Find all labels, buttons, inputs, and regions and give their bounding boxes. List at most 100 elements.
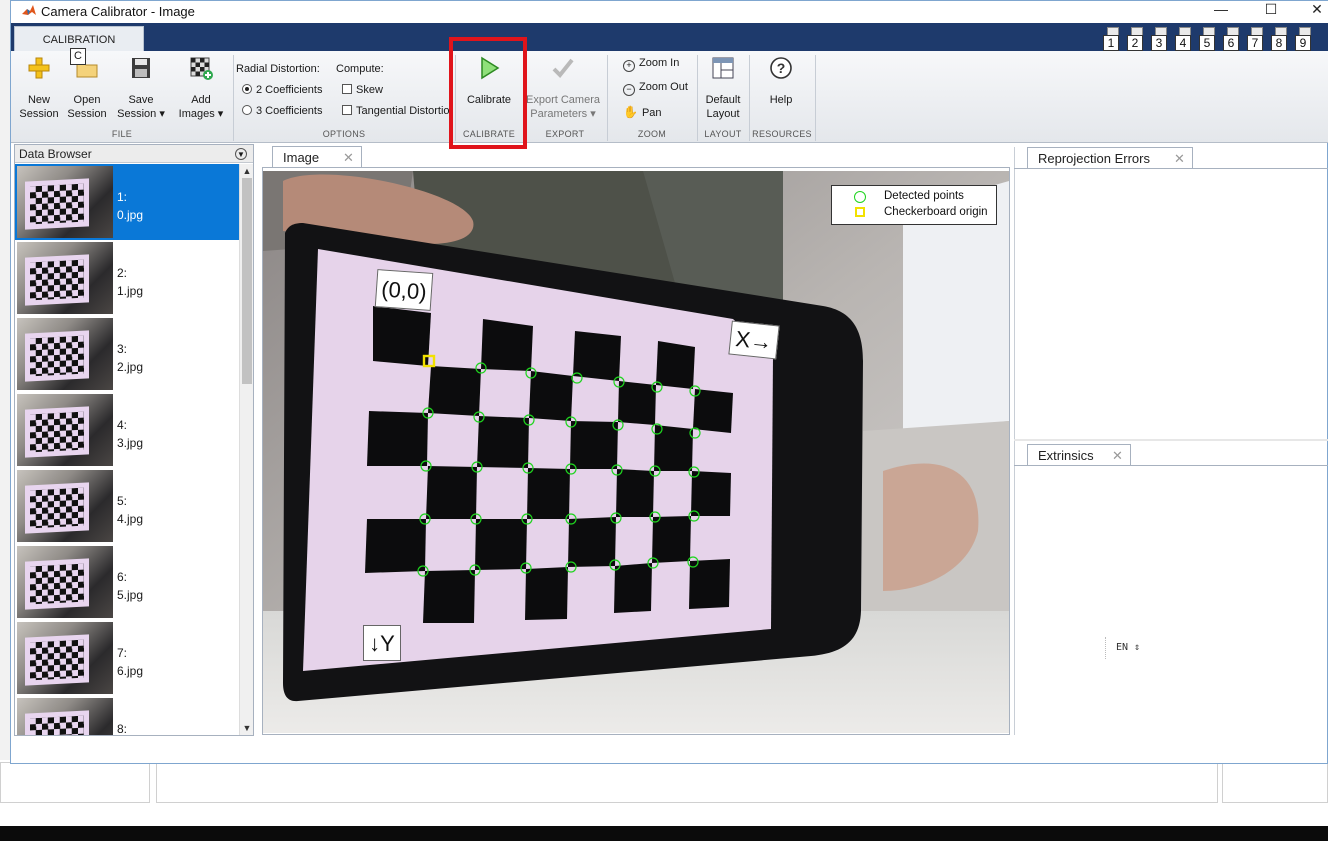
close-icon[interactable]: ✕	[1174, 151, 1185, 167]
group-label-zoom: ZOOM	[637, 129, 667, 139]
quick-access-key-5: 5	[1199, 35, 1215, 51]
minimize-button[interactable]: —	[1199, 1, 1243, 23]
svg-text:?: ?	[777, 60, 786, 76]
export-camera-parameters-button[interactable]: Export Camera Parameters ▾	[523, 55, 603, 121]
legend-checkerboard-origin: Checkerboard origin	[884, 206, 988, 218]
hand-icon: ✋	[623, 105, 638, 119]
scrollbar-thumb[interactable]	[242, 178, 252, 384]
origin-label: (0,0)	[374, 269, 434, 311]
image-list-item[interactable]: 8:	[15, 696, 239, 735]
image-tab-label: Image	[283, 150, 320, 165]
image-list-item[interactable]: 7: 6.jpg	[15, 620, 239, 696]
taskbar	[0, 826, 1328, 841]
group-label-export: EXPORT	[545, 129, 585, 139]
keytip-c: C	[70, 48, 86, 65]
pan-button[interactable]: ✋ Pan	[623, 105, 662, 119]
origin-marker-icon	[855, 207, 865, 217]
scroll-up-icon[interactable]: ▲	[240, 164, 254, 178]
legend-detected-points: Detected points	[884, 190, 964, 202]
reprojection-errors-label: Reprojection Errors	[1038, 151, 1150, 166]
tab-extrinsics[interactable]: Extrinsics ✕	[1027, 444, 1131, 466]
image-thumbnail	[17, 242, 113, 314]
input-method-indicator[interactable]: EN ⇕	[1105, 637, 1155, 659]
skew-checkbox[interactable]: Skew	[342, 84, 383, 96]
radio-selected-icon	[242, 84, 252, 94]
add-images-label: Add Images ▾	[178, 94, 224, 120]
maximize-button[interactable]: ☐	[1249, 1, 1293, 23]
pan-label: Pan	[641, 107, 662, 119]
image-list-item[interactable]: 6: 5.jpg	[15, 544, 239, 620]
image-list-item[interactable]: 5: 4.jpg	[15, 468, 239, 544]
tab-image[interactable]: Image ✕	[272, 146, 362, 168]
image-list-item[interactable]: 3: 2.jpg	[15, 316, 239, 392]
plus-icon	[28, 57, 50, 79]
quick-access-key-1: 1	[1103, 35, 1119, 51]
radio-2-coefficients[interactable]: 2 Coefficients	[242, 84, 322, 96]
radio-3-coefficients[interactable]: 3 Coefficients	[242, 105, 322, 117]
image-thumbnail	[17, 470, 113, 542]
help-button[interactable]: ? Help	[757, 55, 805, 107]
y-axis-label: ↓Y	[363, 625, 401, 661]
skew-label: Skew	[356, 84, 383, 96]
close-button[interactable]: ✕	[1295, 1, 1328, 23]
image-list-item[interactable]: 1: 0.jpg	[15, 164, 239, 240]
quick-access-key-9: 9	[1295, 35, 1311, 51]
quick-access-key-3: 3	[1151, 35, 1167, 51]
default-layout-label: Default Layout	[705, 94, 741, 120]
matlab-icon	[22, 5, 36, 15]
group-separator	[815, 55, 816, 141]
image-list-item[interactable]: 2: 1.jpg	[15, 240, 239, 316]
radio-unselected-icon	[242, 105, 252, 115]
zoom-in-icon: +	[623, 60, 635, 72]
image-list: 1: 0.jpg 2: 1.jpg 3: 2.jpg 4: 3.jpg 5: 4…	[15, 164, 239, 735]
floppy-disk-icon	[132, 58, 150, 78]
extrinsics-label: Extrinsics	[1038, 448, 1094, 463]
default-layout-button[interactable]: Default Layout	[699, 55, 747, 121]
close-icon[interactable]: ✕	[1112, 448, 1123, 464]
quick-access-key-8: 8	[1271, 35, 1287, 51]
image-item-label: 3: 2.jpg	[117, 342, 144, 374]
open-session-label: Open Session	[67, 94, 107, 120]
zoom-out-button[interactable]: − Zoom Out	[623, 81, 688, 96]
checkbox-icon	[342, 105, 352, 115]
checkbox-icon	[342, 84, 352, 94]
calibrate-highlight-box	[449, 37, 527, 149]
calibration-image-view[interactable]: Detected points Checkerboard origin (0,0…	[263, 171, 1009, 733]
compute-label: Compute:	[336, 63, 384, 75]
save-session-label: Save Session ▾	[117, 94, 165, 120]
quick-access-key-4: 4	[1175, 35, 1191, 51]
save-session-button[interactable]: Save Session ▾	[113, 55, 169, 121]
scroll-down-icon[interactable]: ▼	[240, 721, 254, 735]
image-item-label: 2: 1.jpg	[117, 266, 144, 298]
tangential-distortion-checkbox[interactable]: Tangential Distortion	[342, 105, 452, 117]
new-session-button[interactable]: New Session	[15, 55, 63, 121]
question-mark-icon: ?	[770, 57, 792, 79]
image-thumbnail	[17, 318, 113, 390]
new-session-label: New Session	[19, 94, 59, 120]
data-browser-header: Data Browser ▼	[15, 145, 253, 163]
image-item-label: 1: 0.jpg	[117, 190, 144, 222]
zoom-in-button[interactable]: + Zoom In	[623, 57, 679, 72]
radio-2-coefficients-label: 2 Coefficients	[256, 84, 323, 96]
image-thumbnail	[17, 166, 113, 238]
camera-calibrator-window: Camera Calibrator - Image — ☐ ✕ CALIBRAT…	[10, 0, 1328, 764]
panel-splitter[interactable]	[1014, 439, 1328, 441]
add-images-button[interactable]: Add Images ▾	[173, 55, 229, 121]
radio-3-coefficients-label: 3 Coefficients	[256, 105, 323, 117]
scrollbar[interactable]: ▲ ▼	[239, 164, 253, 735]
group-label-layout: LAYOUT	[704, 129, 742, 139]
tangential-distortion-label: Tangential Distortion	[356, 105, 452, 117]
image-list-item[interactable]: 4: 3.jpg	[15, 392, 239, 468]
panel-splitter[interactable]	[1014, 147, 1015, 735]
panel-menu-icon[interactable]: ▼	[235, 148, 247, 160]
image-item-label: 7: 6.jpg	[117, 646, 144, 678]
close-icon[interactable]: ✕	[343, 150, 354, 166]
quick-access-key-7: 7	[1247, 35, 1263, 51]
radial-distortion-label: Radial Distortion:	[236, 63, 320, 75]
checkmark-icon	[552, 58, 574, 78]
help-label: Help	[769, 94, 793, 106]
image-item-label: 5: 4.jpg	[117, 494, 144, 526]
zoom-out-icon: −	[623, 84, 635, 96]
detected-point-marker-icon	[854, 191, 866, 203]
tab-reprojection-errors[interactable]: Reprojection Errors ✕	[1027, 147, 1193, 169]
